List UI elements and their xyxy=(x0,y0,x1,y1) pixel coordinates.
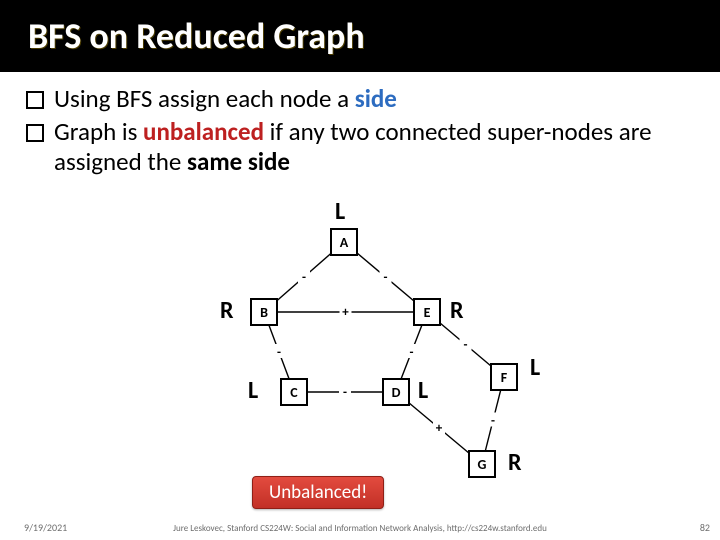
node-E: E xyxy=(413,298,441,326)
edge-sign-A-B: - xyxy=(302,270,306,285)
bullet-1-side: side xyxy=(355,83,397,114)
side-label-E: R xyxy=(450,296,464,325)
node-B: B xyxy=(250,298,278,326)
edge-sign-C-D: - xyxy=(343,385,347,400)
content-area: Using BFS assign each node a side Graph … xyxy=(0,72,720,178)
side-label-F: L xyxy=(530,353,540,382)
edge-sign-A-E: - xyxy=(384,270,388,285)
bullet-2-same: same side xyxy=(187,146,290,177)
node-C: C xyxy=(280,378,308,406)
title-band: BFS on Reduced Graph xyxy=(0,0,720,72)
slide-title: BFS on Reduced Graph xyxy=(28,14,365,58)
edge-sign-B-C: - xyxy=(277,345,281,360)
footer-attribution: Jure Leskovec, Stanford CS224W: Social a… xyxy=(0,523,720,534)
edge-sign-D-G: + xyxy=(436,421,443,436)
side-label-B: R xyxy=(220,296,234,325)
edge-sign-E-F: - xyxy=(464,338,468,353)
node-F: F xyxy=(490,363,518,391)
bullet-2-unbalanced: unbalanced xyxy=(143,116,264,147)
edge-sign-F-G: - xyxy=(491,414,495,429)
node-G: G xyxy=(468,450,496,478)
node-A: A xyxy=(330,228,358,256)
edge-sign-E-D: - xyxy=(410,345,414,360)
node-D: D xyxy=(382,378,410,406)
bullet-1-pre: Using BFS assign each node a xyxy=(54,83,355,114)
bullet-2: Graph is unbalanced if any two connected… xyxy=(54,117,680,178)
bullet-1: Using BFS assign each node a side xyxy=(54,84,680,115)
bullet-2-pre: Graph is xyxy=(54,116,143,147)
side-label-G: R xyxy=(508,448,522,477)
side-label-D: L xyxy=(418,376,428,405)
side-label-A: L xyxy=(335,197,345,226)
unbalanced-badge: Unbalanced! xyxy=(252,476,384,509)
edge-sign-B-E: + xyxy=(342,305,349,320)
graph-diagram: ---+---+- ALBRERCLDLFLGR xyxy=(150,200,580,510)
slide-number: 82 xyxy=(700,521,710,534)
side-label-C: L xyxy=(248,376,258,405)
